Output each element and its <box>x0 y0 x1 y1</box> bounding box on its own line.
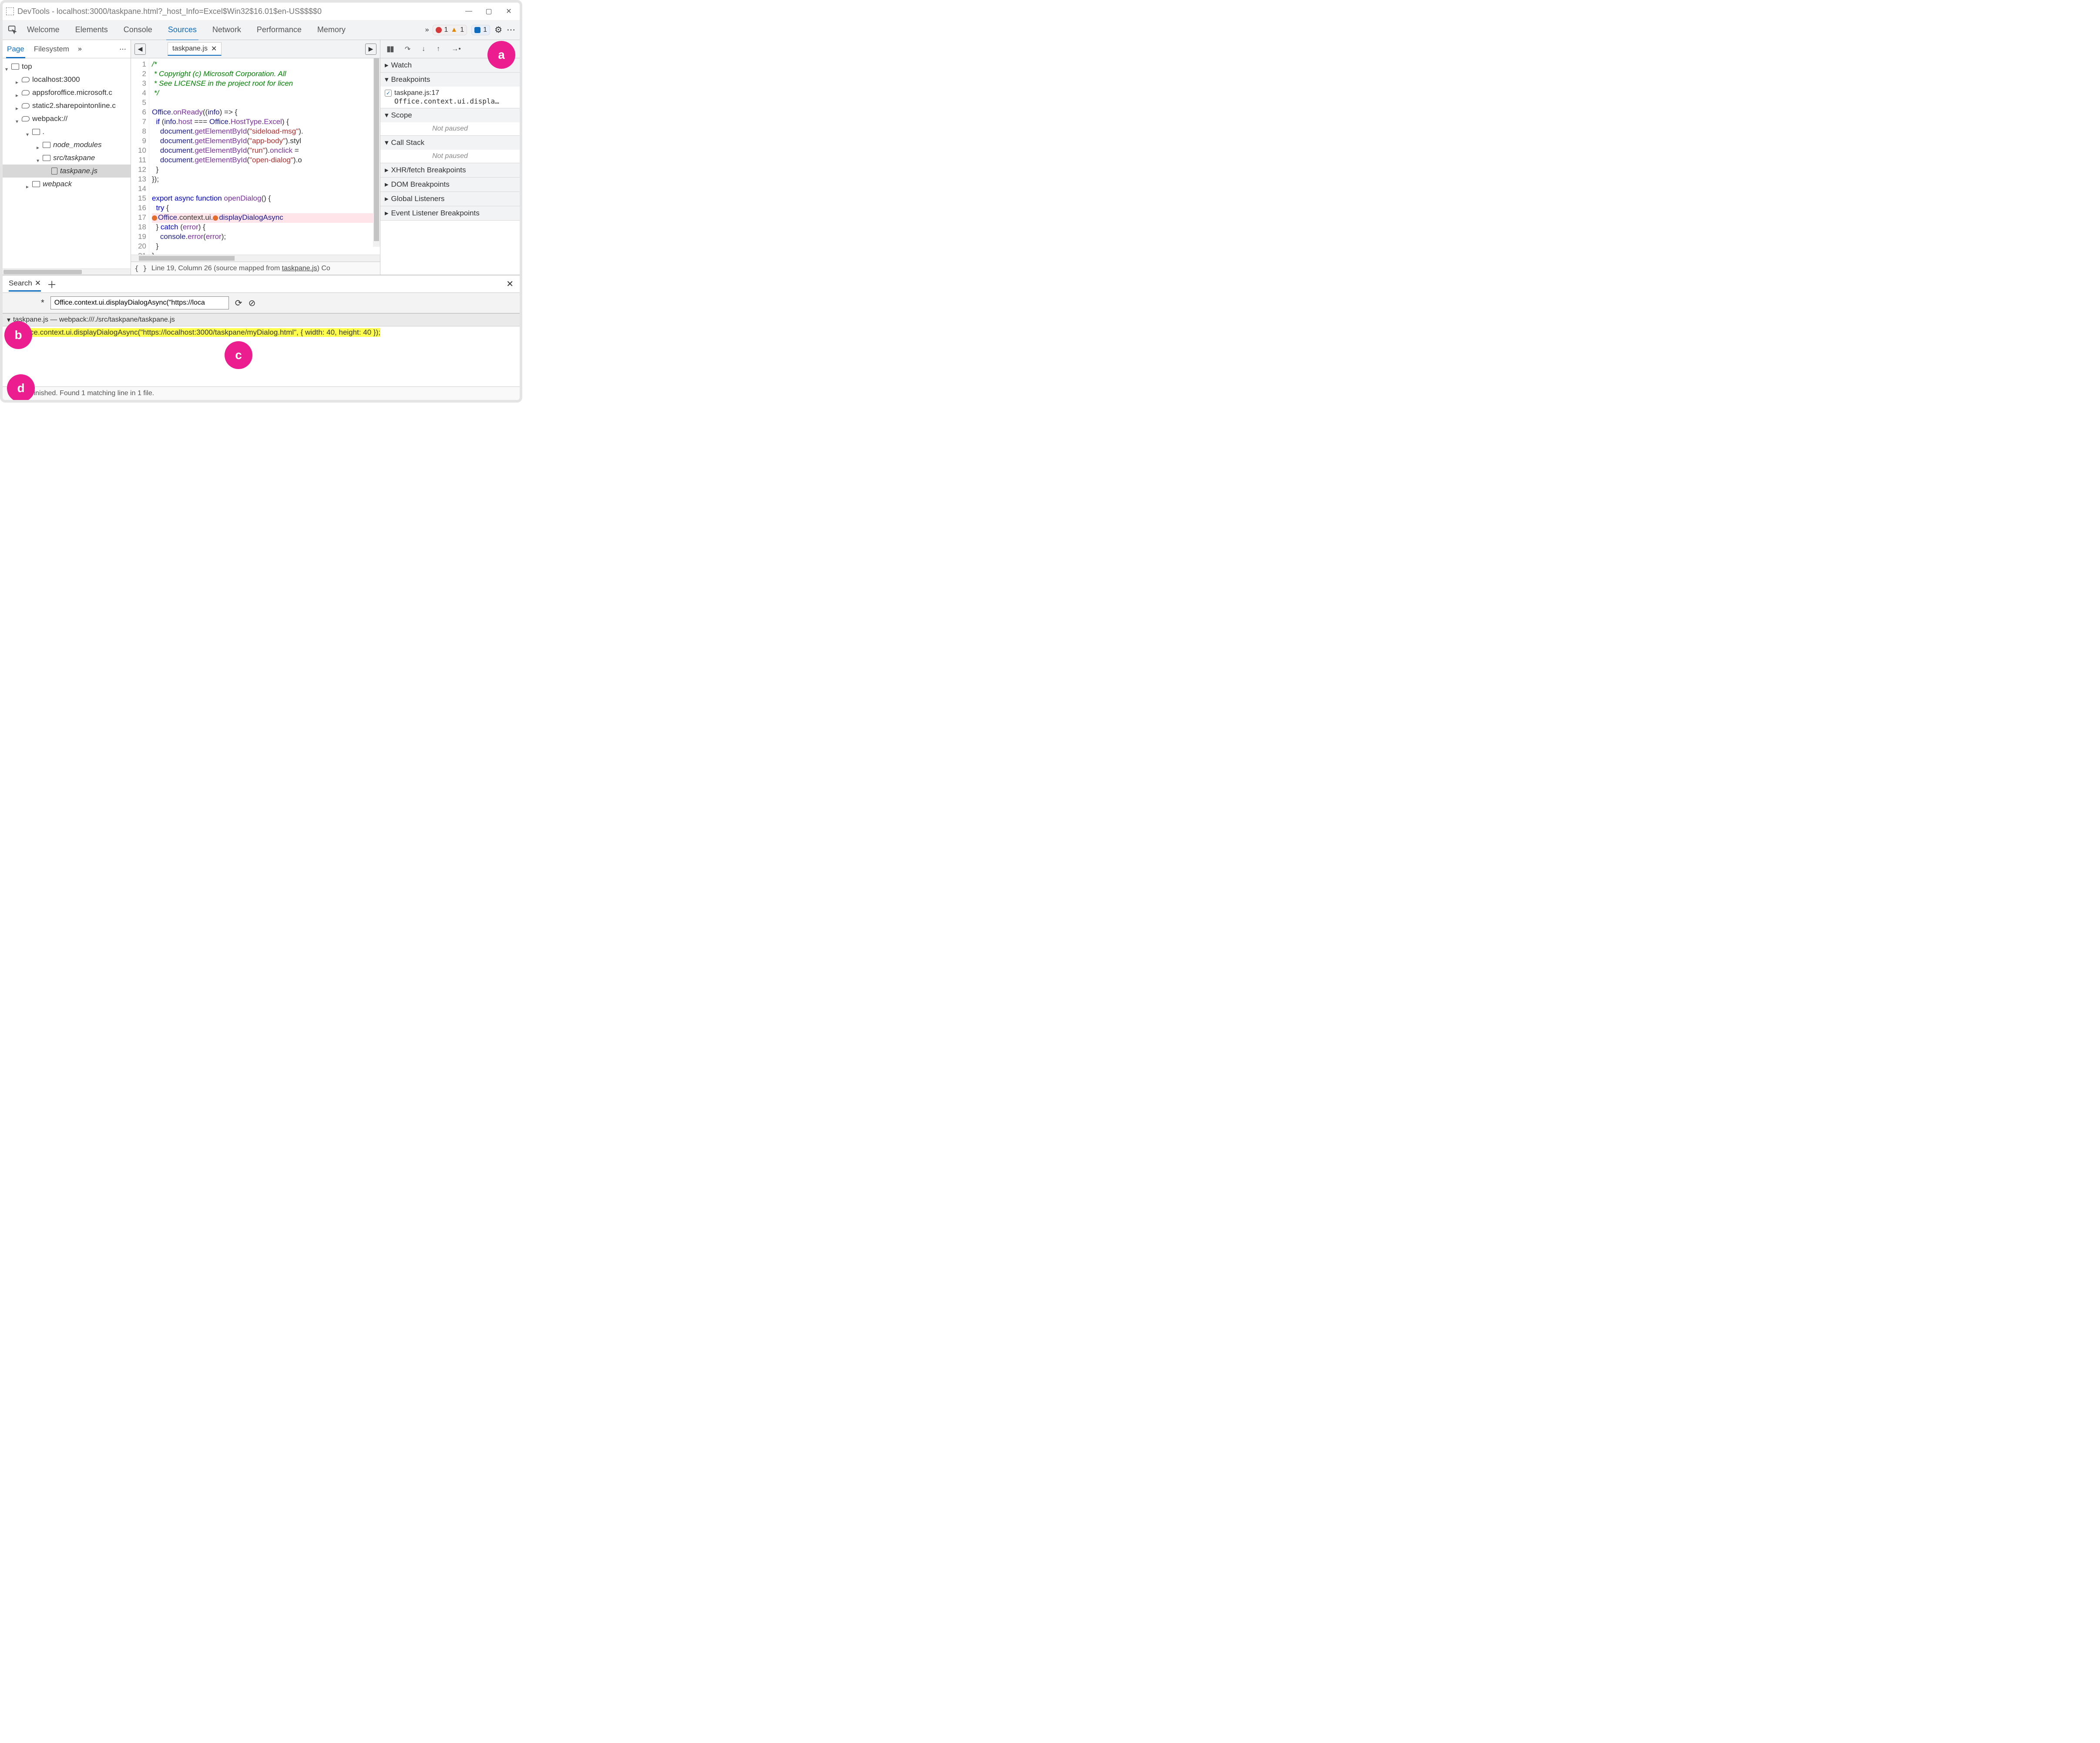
callstack-not-paused: Not paused <box>380 150 520 163</box>
error-icon <box>436 27 442 33</box>
search-drawer-tab[interactable]: Search ✕ <box>9 279 41 292</box>
tab-welcome[interactable]: Welcome <box>25 23 61 37</box>
pause-icon[interactable]: ▮▮ <box>386 44 393 54</box>
search-input[interactable] <box>50 296 229 309</box>
search-result-line[interactable]: 17 Office.context.ui.displayDialogAsync(… <box>3 326 520 339</box>
hide-debugger-icon[interactable]: ▶ <box>365 44 376 55</box>
clear-search-icon[interactable]: ⊘ <box>249 298 256 309</box>
tree-apps[interactable]: appsforoffice.microsoft.c <box>3 86 131 99</box>
dom-breakpoints-section[interactable]: ▸DOM Breakpoints <box>380 178 520 191</box>
tab-performance[interactable]: Performance <box>255 23 303 37</box>
refresh-search-icon[interactable]: ⟳ <box>235 298 242 309</box>
step-into-icon[interactable]: ↓ <box>422 45 425 53</box>
tree-node-modules[interactable]: node_modules <box>3 138 131 151</box>
tree-webpack-folder[interactable]: webpack <box>3 178 131 191</box>
step-out-icon[interactable]: ↑ <box>437 45 440 53</box>
tree-webpack-scheme[interactable]: webpack:// <box>3 112 131 125</box>
pretty-print-icon[interactable]: { } <box>134 264 147 272</box>
kebab-menu-icon[interactable]: ⋯ <box>507 24 516 35</box>
more-tabs-icon[interactable]: » <box>425 26 429 34</box>
scope-not-paused: Not paused <box>380 122 520 135</box>
annotation-d: d <box>7 374 35 402</box>
close-file-tab-icon[interactable]: ✕ <box>211 44 217 53</box>
search-mode-indicator[interactable]: * <box>41 298 44 308</box>
search-result-code: Office.context.ui.displayDialogAsync("ht… <box>19 328 380 337</box>
global-listeners-section[interactable]: ▸Global Listeners <box>380 192 520 206</box>
tree-host[interactable]: localhost:3000 <box>3 73 131 86</box>
annotation-c: c <box>225 341 252 369</box>
editor-vertical-scrollbar[interactable] <box>373 58 380 247</box>
file-tree: top localhost:3000 appsforoffice.microso… <box>3 58 131 269</box>
tree-src-taskpane[interactable]: src/taskpane <box>3 151 131 165</box>
editor-file-name: taskpane.js <box>172 45 208 53</box>
close-drawer-icon[interactable]: ✕ <box>506 279 514 289</box>
search-drawer: Search ✕ ＋ ✕ * ⟳ ⊘ ▾taskpane.js — webpac… <box>3 275 520 400</box>
minimize-button[interactable]: — <box>465 7 473 15</box>
message-count: 1 <box>483 26 487 34</box>
step-over-icon[interactable]: ↷ <box>405 45 410 54</box>
tab-sources[interactable]: Sources <box>166 23 198 41</box>
event-listener-bp-section[interactable]: ▸Event Listener Breakpoints <box>380 206 520 220</box>
tab-memory[interactable]: Memory <box>316 23 347 37</box>
tab-network[interactable]: Network <box>211 23 243 37</box>
editor-statusbar: { } Line 19, Column 26 (source mapped fr… <box>131 262 380 275</box>
app-icon <box>6 7 14 15</box>
navigator-pane: Page Filesystem » ⋯ top localhost:3000 a… <box>3 40 131 275</box>
filesystem-tab[interactable]: Filesystem <box>33 43 70 55</box>
nav-horizontal-scrollbar[interactable] <box>3 269 131 275</box>
more-nav-tabs-icon[interactable]: » <box>78 45 82 53</box>
scope-section[interactable]: ▾Scope <box>380 108 520 122</box>
debugger-pane: ▮▮ ↷ ↓ ↑ →• ▸Watch ▾Breakpoints ✓taskpan… <box>380 40 520 275</box>
settings-icon[interactable]: ⚙ <box>494 24 502 35</box>
tree-taskpane-file[interactable]: taskpane.js <box>3 165 131 178</box>
titlebar: DevTools - localhost:3000/taskpane.html?… <box>3 3 520 20</box>
close-button[interactable]: ✕ <box>505 7 513 15</box>
warning-icon: ▲ <box>450 26 457 34</box>
annotation-a: a <box>487 41 515 69</box>
editor-file-tab[interactable]: taskpane.js ✕ <box>168 42 222 56</box>
search-status: Search finished. Found 1 matching line i… <box>3 386 520 400</box>
error-count: 1 <box>444 26 448 34</box>
tab-console[interactable]: Console <box>122 23 154 37</box>
breakpoint-code: Office.context.ui.displa… <box>385 97 515 105</box>
annotation-b: b <box>4 321 32 349</box>
breakpoint-checkbox[interactable]: ✓ <box>385 90 392 97</box>
inspect-icon[interactable] <box>6 24 19 37</box>
breakpoints-section[interactable]: ▾Breakpoints <box>380 73 520 87</box>
cursor-position: Line 19, Column 26 (source mapped from <box>151 265 282 272</box>
callstack-section[interactable]: ▾Call Stack <box>380 136 520 150</box>
status-suffix: ) Co <box>317 265 330 272</box>
messages-counter[interactable]: 1 <box>471 25 490 35</box>
editor-horizontal-scrollbar[interactable] <box>131 255 380 262</box>
devtools-tabbar: Welcome Elements Console Sources Network Perf… <box>3 20 520 40</box>
warning-count: 1 <box>460 26 464 34</box>
line-gutter[interactable]: 12345678910111213141516171819202122 <box>131 58 149 255</box>
xhr-breakpoints-section[interactable]: ▸XHR/fetch Breakpoints <box>380 163 520 177</box>
source-map-link[interactable]: taskpane.js <box>282 265 317 272</box>
error-warning-counter[interactable]: 1 ▲ 1 <box>433 25 467 35</box>
maximize-button[interactable]: ▢ <box>485 7 493 15</box>
new-drawer-tab-icon[interactable]: ＋ <box>47 277 57 291</box>
editor-pane: ◀ taskpane.js ✕ ▶ 1234567891011121314151… <box>131 40 380 275</box>
search-result-file[interactable]: ▾taskpane.js — webpack:///./src/taskpane… <box>3 313 520 326</box>
tab-elements[interactable]: Elements <box>74 23 110 37</box>
step-icon[interactable]: →• <box>451 45 461 53</box>
breakpoint-item[interactable]: ✓taskpane.js:17 Office.context.ui.displa… <box>380 87 520 108</box>
hide-navigator-icon[interactable]: ◀ <box>134 44 146 55</box>
close-search-tab-icon[interactable]: ✕ <box>35 279 41 288</box>
message-icon <box>474 27 480 33</box>
tree-dot[interactable]: . <box>3 125 131 138</box>
nav-menu-icon[interactable]: ⋯ <box>119 45 127 54</box>
window-title: DevTools - localhost:3000/taskpane.html?… <box>17 7 465 16</box>
page-tab[interactable]: Page <box>6 43 25 58</box>
tree-sharepoint[interactable]: static2.sharepointonline.c <box>3 99 131 112</box>
code-editor[interactable]: 12345678910111213141516171819202122 /* *… <box>131 58 380 255</box>
tree-top[interactable]: top <box>3 60 131 73</box>
